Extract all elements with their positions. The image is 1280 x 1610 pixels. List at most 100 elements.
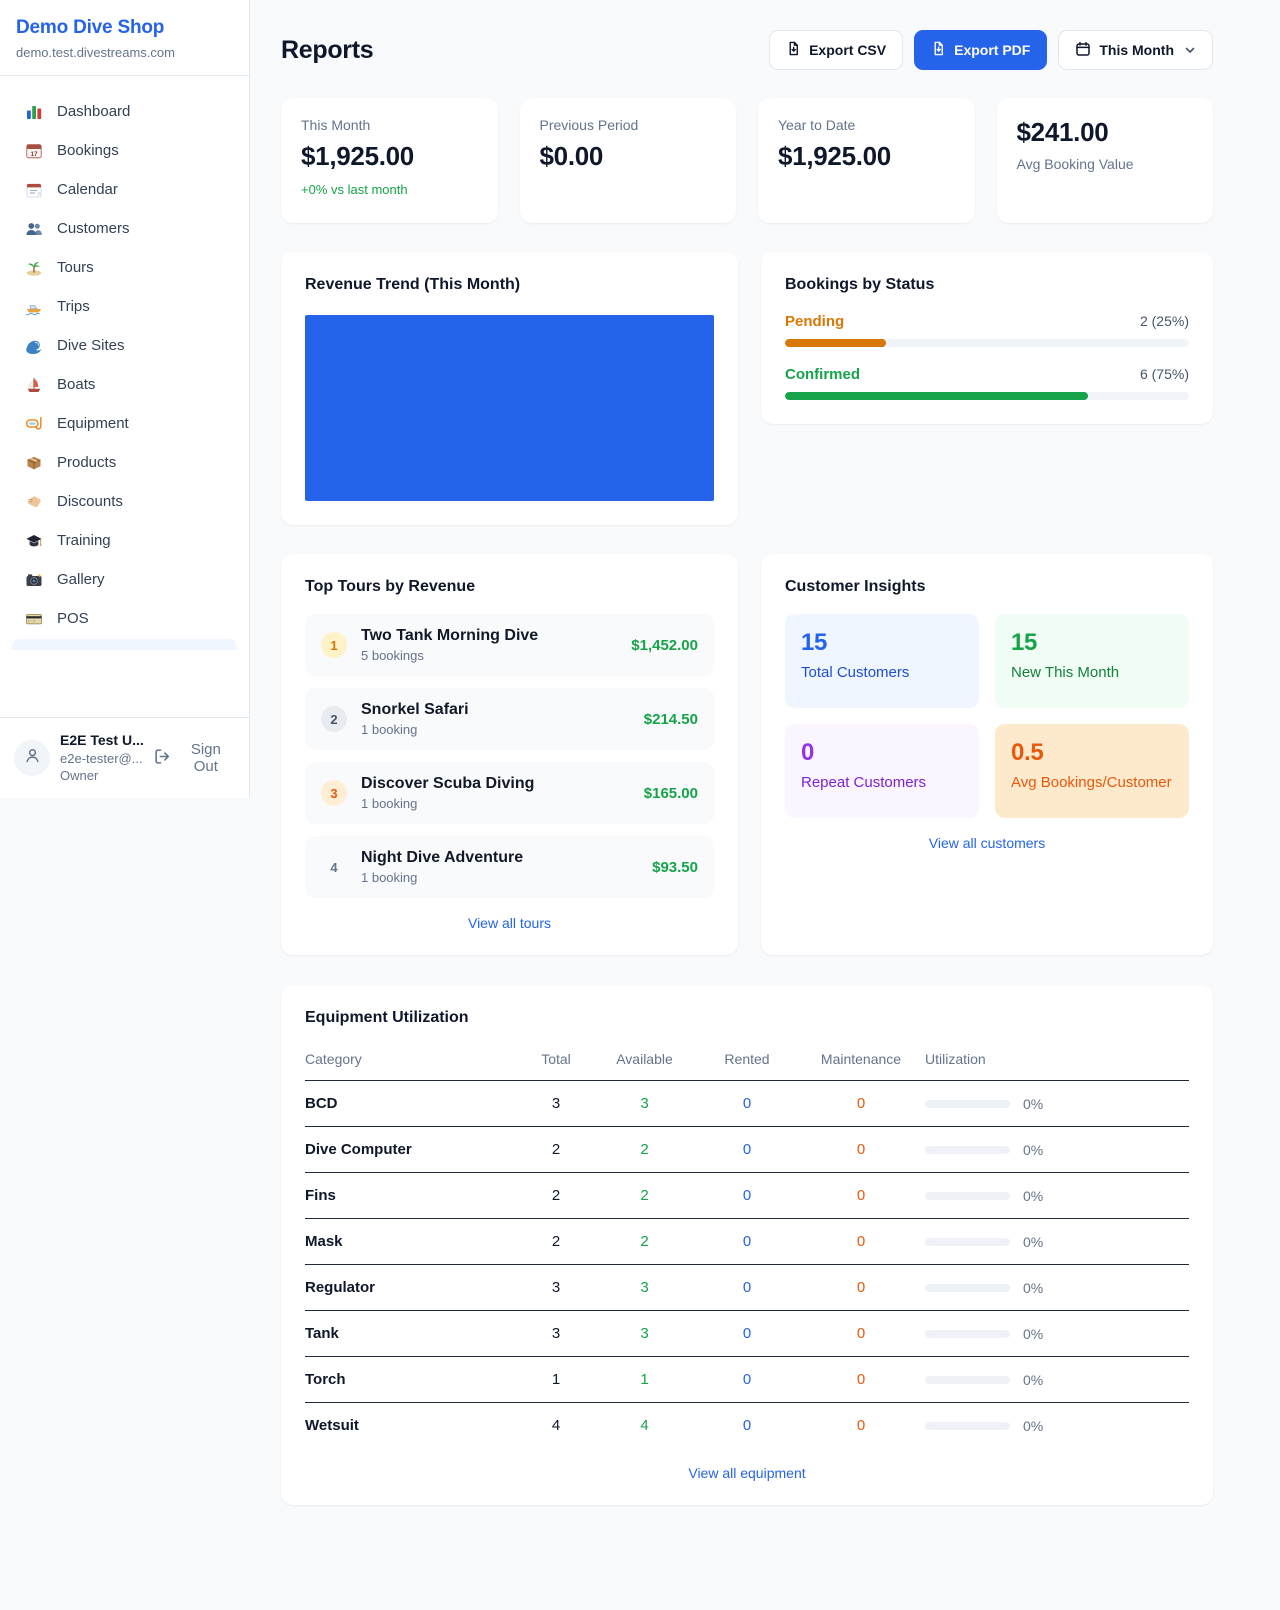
equipment-category: Torch bbox=[305, 1357, 520, 1403]
equipment-rented: 0 bbox=[697, 1081, 797, 1127]
tour-revenue: $214.50 bbox=[644, 711, 698, 728]
insight-tile-repeat-customers: 0 Repeat Customers bbox=[785, 724, 979, 818]
page-title: Reports bbox=[281, 36, 373, 65]
customers-icon bbox=[24, 219, 44, 238]
sidebar: Demo Dive Shop demo.test.divestreams.com… bbox=[0, 0, 250, 798]
svg-text:17: 17 bbox=[30, 151, 38, 158]
sidebar-item-gallery[interactable]: Gallery bbox=[10, 560, 239, 599]
tour-bookings: 1 booking bbox=[361, 722, 630, 737]
sidebar-item-boats[interactable]: Boats bbox=[10, 365, 239, 404]
tour-list-item: 1 Two Tank Morning Dive 5 bookings $1,45… bbox=[305, 614, 714, 676]
tour-list: 1 Two Tank Morning Dive 5 bookings $1,45… bbox=[305, 614, 714, 898]
shop-name: Demo Dive Shop bbox=[16, 17, 233, 39]
equipment-table-row: Regulator 3 3 0 0 0% bbox=[305, 1265, 1189, 1311]
tour-list-item: 2 Snorkel Safari 1 booking $214.50 bbox=[305, 688, 714, 750]
sidebar-item-equipment[interactable]: Equipment bbox=[10, 404, 239, 443]
dive-sites-icon bbox=[24, 336, 44, 355]
sidebar-item-trips[interactable]: Trips bbox=[10, 287, 239, 326]
tour-bookings: 1 booking bbox=[361, 796, 630, 811]
charts-row: Revenue Trend (This Month) Bookings by S… bbox=[281, 252, 1213, 525]
avatar bbox=[14, 740, 50, 776]
sidebar-item-calendar[interactable]: Calendar bbox=[10, 170, 239, 209]
person-icon bbox=[23, 746, 42, 770]
equipment-category: Fins bbox=[305, 1173, 520, 1219]
revenue-trend-card: Revenue Trend (This Month) bbox=[281, 252, 738, 525]
products-icon bbox=[24, 453, 44, 472]
equipment-table-row: Mask 2 2 0 0 0% bbox=[305, 1219, 1189, 1265]
user-name: E2E Test U... bbox=[60, 731, 144, 750]
equipment-total: 3 bbox=[520, 1311, 592, 1357]
utilization-bar bbox=[925, 1192, 1010, 1200]
insight-tile-total-customers: 15 Total Customers bbox=[785, 614, 979, 708]
view-all-equipment-link[interactable]: View all equipment bbox=[305, 1465, 1189, 1481]
utilization-bar bbox=[925, 1422, 1010, 1430]
stat-card-avg-booking-value: $241.00 Avg Booking Value bbox=[997, 98, 1214, 223]
sidebar-item-dive-sites[interactable]: Dive Sites bbox=[10, 326, 239, 365]
stat-card-this-month: This Month $1,925.00 +0% vs last month bbox=[281, 98, 498, 223]
utilization-bar bbox=[925, 1238, 1010, 1246]
status-bar-fill bbox=[785, 339, 886, 347]
export-pdf-button[interactable]: Export PDF bbox=[914, 30, 1047, 70]
equipment-table-row: Tank 3 3 0 0 0% bbox=[305, 1311, 1189, 1357]
pos-icon bbox=[24, 609, 44, 628]
equipment-total: 3 bbox=[520, 1081, 592, 1127]
equipment-category: Regulator bbox=[305, 1265, 520, 1311]
equipment-total: 3 bbox=[520, 1265, 592, 1311]
calendar-icon bbox=[1075, 41, 1091, 60]
equipment-available: 4 bbox=[592, 1403, 697, 1449]
rank-badge: 3 bbox=[321, 780, 347, 806]
tours-icon bbox=[24, 258, 44, 277]
tour-revenue: $93.50 bbox=[652, 859, 698, 876]
user-email: e2e-tester@... bbox=[60, 750, 144, 768]
equipment-table-row: Wetsuit 4 4 0 0 0% bbox=[305, 1403, 1189, 1449]
utilization-percent: 0% bbox=[1023, 1418, 1043, 1434]
utilization-percent: 0% bbox=[1023, 1142, 1043, 1158]
equipment-available: 2 bbox=[592, 1219, 697, 1265]
equipment-rented: 0 bbox=[697, 1357, 797, 1403]
equipment-rented: 0 bbox=[697, 1173, 797, 1219]
file-download-icon bbox=[931, 41, 946, 59]
sign-out-button[interactable]: Sign Out bbox=[154, 741, 235, 775]
bookings-by-status-card: Bookings by Status Pending 2 (25%) Confi… bbox=[761, 252, 1213, 424]
export-csv-button[interactable]: Export CSV bbox=[769, 30, 903, 70]
equipment-category: Mask bbox=[305, 1219, 520, 1265]
chevron-down-icon bbox=[1184, 44, 1196, 56]
main-content: Reports Export CSV Export PDF bbox=[250, 0, 1280, 1545]
equipment-total: 2 bbox=[520, 1173, 592, 1219]
sidebar-item-discounts[interactable]: Discounts bbox=[10, 482, 239, 521]
equipment-table-row: Torch 1 1 0 0 0% bbox=[305, 1357, 1189, 1403]
equipment-rented: 0 bbox=[697, 1265, 797, 1311]
equipment-table: Category Total Available Rented Maintena… bbox=[305, 1043, 1189, 1448]
page-header: Reports Export CSV Export PDF bbox=[281, 30, 1213, 70]
stat-delta: +0% vs last month bbox=[301, 182, 478, 197]
sidebar-item-dashboard[interactable]: Dashboard bbox=[10, 92, 239, 131]
equipment-category: BCD bbox=[305, 1081, 520, 1127]
equipment-utilization-card: Equipment Utilization Category Total Ava… bbox=[281, 985, 1213, 1505]
equipment-maintenance: 0 bbox=[797, 1219, 925, 1265]
utilization-bar bbox=[925, 1284, 1010, 1292]
sidebar-item-bookings[interactable]: 17 Bookings bbox=[10, 131, 239, 170]
equipment-maintenance: 0 bbox=[797, 1311, 925, 1357]
sidebar-item-pos[interactable]: POS bbox=[10, 599, 239, 638]
view-all-customers-link[interactable]: View all customers bbox=[785, 835, 1189, 851]
utilization-bar bbox=[925, 1146, 1010, 1154]
equipment-category: Dive Computer bbox=[305, 1127, 520, 1173]
tour-name: Two Tank Morning Dive bbox=[361, 627, 617, 645]
status-row-pending: Pending 2 (25%) bbox=[785, 313, 1189, 347]
sidebar-item-training[interactable]: Training bbox=[10, 521, 239, 560]
equipment-available: 1 bbox=[592, 1357, 697, 1403]
insight-tile-avg-bookings: 0.5 Avg Bookings/Customer bbox=[995, 724, 1189, 818]
status-row-confirmed: Confirmed 6 (75%) bbox=[785, 366, 1189, 400]
sidebar-item-reports-partial[interactable] bbox=[12, 639, 237, 650]
period-selector[interactable]: This Month bbox=[1058, 30, 1213, 70]
sidebar-item-tours[interactable]: Tours bbox=[10, 248, 239, 287]
user-section: E2E Test U... e2e-tester@... Owner Sign … bbox=[0, 717, 249, 798]
sidebar-item-products[interactable]: Products bbox=[10, 443, 239, 482]
utilization-percent: 0% bbox=[1023, 1372, 1043, 1388]
view-all-tours-link[interactable]: View all tours bbox=[305, 915, 714, 931]
trips-icon bbox=[24, 297, 44, 316]
rank-badge: 1 bbox=[321, 632, 347, 658]
equipment-table-row: Dive Computer 2 2 0 0 0% bbox=[305, 1127, 1189, 1173]
sidebar-item-customers[interactable]: Customers bbox=[10, 209, 239, 248]
header-actions: Export CSV Export PDF This Month bbox=[769, 30, 1213, 70]
